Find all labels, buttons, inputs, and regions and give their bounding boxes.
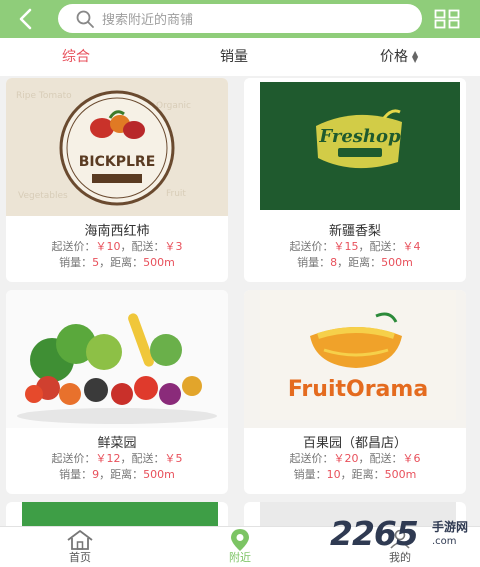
fee-label: ，配送： [358, 452, 403, 465]
shop-delivery-info: 起送价：￥20，配送：￥6 [244, 450, 466, 466]
fee-label: ，配送： [120, 240, 165, 253]
svg-text:Organic: Organic [156, 101, 191, 111]
distance-label: ，距离： [99, 468, 144, 481]
shop-name: 新疆香梨 [328, 224, 381, 239]
distance: 500m [381, 256, 413, 269]
top-bar: 搜索附近的商铺 [0, 0, 480, 38]
shop-delivery-info: 起送价：￥10，配送：￥3 [6, 238, 228, 254]
shop-card[interactable]: 鲜菜园 起送价：￥12，配送：￥5 销量：9，距离：500m [6, 290, 228, 494]
sort-bar: 综合 销量 价格 ▲ ▼ [0, 38, 480, 76]
svg-text:Ripe Tomato: Ripe Tomato [16, 91, 72, 101]
sales-count: 10 [326, 468, 341, 481]
chevron-left-icon [19, 8, 32, 30]
shop-image: Ripe Tomato Organic Vegetables Fruit BICKP… [6, 78, 228, 216]
shop-image-text: FruitOrama [288, 377, 428, 402]
grid-view-button[interactable] [432, 8, 462, 30]
min-price-label: 起送价： [51, 452, 96, 465]
shop-card[interactable]: Ripe Tomato Organic Vegetables Fruit BICKP… [6, 78, 228, 282]
shop-stats: 销量：10，距离：500m [244, 466, 466, 482]
delivery-fee: ￥3 [164, 240, 183, 253]
svg-text:Vegetables: Vegetables [18, 191, 68, 201]
shop-delivery-info: 起送价：￥15，配送：￥4 [244, 238, 466, 254]
min-price: ￥10 [95, 240, 121, 253]
delivery-fee: ￥5 [164, 452, 183, 465]
search-icon [74, 8, 96, 30]
sort-price-label: 价格 [380, 49, 408, 65]
shop-card[interactable]: Freshop 新疆香梨 起送价：￥15，配送：￥4 销量：8，距离：500m [244, 78, 466, 282]
distance: 500m [143, 468, 175, 481]
watermark-name: 手游网 [432, 520, 469, 534]
shop-stats: 销量：5，距离：500m [6, 254, 228, 270]
sort-sales[interactable]: 销量 [220, 38, 248, 76]
min-price-label: 起送价： [289, 240, 334, 253]
sales-label: 销量： [59, 256, 93, 269]
grid-icon [434, 9, 460, 29]
shop-name: 百果园（都昌店） [302, 436, 407, 451]
sort-price[interactable]: 价格 ▲ ▼ [380, 38, 418, 76]
shop-delivery-info: 起送价：￥12，配送：￥5 [6, 450, 228, 466]
min-price-label: 起送价： [289, 452, 334, 465]
shop-name: 海南西红柿 [84, 224, 150, 239]
delivery-fee: ￥6 [402, 452, 421, 465]
fee-label: ，配送： [120, 452, 165, 465]
distance: 500m [384, 468, 417, 481]
fee-label: ，配送： [358, 240, 403, 253]
tab-nearby-label: 附近 [229, 551, 251, 564]
shop-stats: 销量：9，距离：500m [6, 466, 228, 482]
min-price: ￥15 [333, 240, 359, 253]
shop-image-text: BICKPLRE [79, 154, 156, 170]
search-input[interactable]: 搜索附近的商铺 [58, 4, 422, 33]
min-price: ￥12 [95, 452, 121, 465]
min-price: ￥20 [333, 452, 359, 465]
shop-stats: 销量：8，距离：500m [244, 254, 466, 270]
shop-image: Freshop [244, 78, 466, 216]
watermark-domain: .com [432, 536, 457, 547]
home-icon [67, 530, 93, 550]
sales-label: 销量： [297, 256, 331, 269]
distance-label: ，距离： [337, 256, 382, 269]
min-price-label: 起送价： [51, 240, 96, 253]
delivery-fee: ￥4 [402, 240, 421, 253]
shop-name: 鲜菜园 [97, 436, 137, 451]
sort-caret-icon: ▲ ▼ [412, 49, 419, 64]
distance: 500m [143, 256, 175, 269]
shop-image: FruitOrama [244, 290, 466, 428]
search-placeholder: 搜索附近的商铺 [102, 13, 194, 28]
back-button[interactable] [0, 0, 52, 38]
shop-card[interactable]: FruitOrama 百果园（都昌店） 起送价：￥20，配送：￥6 销量：10，… [244, 290, 466, 494]
tab-nearby[interactable]: 附近 [200, 527, 280, 567]
distance-label: ，距离： [340, 468, 385, 481]
distance-label: ，距离： [99, 256, 144, 269]
watermark-number: 2265 [330, 514, 419, 553]
shop-image [6, 290, 228, 428]
shop-image-text: Freshop [318, 126, 401, 147]
sales-label: 销量： [59, 468, 93, 481]
tab-home-label: 首页 [69, 551, 91, 564]
sales-label: 销量： [293, 468, 327, 481]
site-watermark: 2265 手游网 .com [330, 512, 480, 566]
svg-text:Fruit: Fruit [166, 189, 186, 199]
sort-comprehensive[interactable]: 综合 [62, 38, 90, 76]
tab-home[interactable]: 首页 [40, 527, 120, 567]
